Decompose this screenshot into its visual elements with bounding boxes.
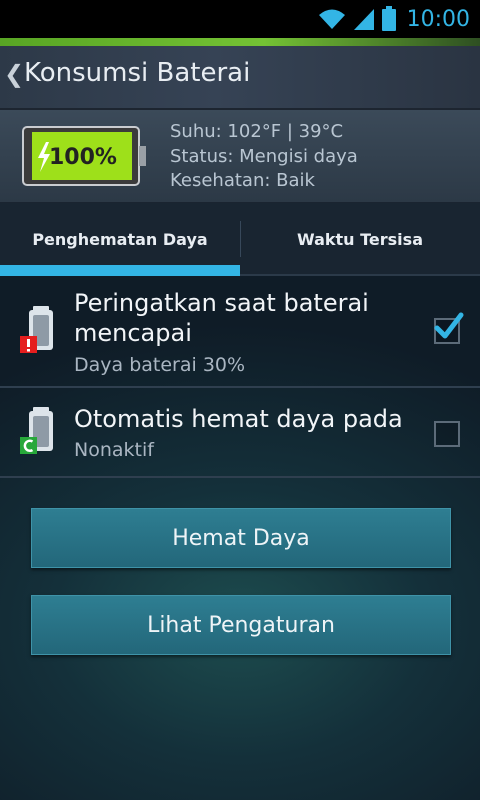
auto-save-checkbox[interactable] — [434, 421, 460, 447]
wifi-icon — [318, 9, 345, 29]
setting-title: Otomatis hemat daya pada — [74, 405, 403, 433]
setting-subtitle: Nonaktif — [74, 439, 154, 461]
setting-title: Peringatkan saat baterai mencapai — [74, 289, 369, 347]
battery-info-panel: 100% Suhu: 102°F | 39°C Status: Mengisi … — [0, 110, 480, 203]
temperature-text: Suhu: 102°F | 39°C — [170, 121, 344, 142]
status-time: 10:00 — [406, 6, 470, 32]
setting-row-auto-save[interactable]: Otomatis hemat daya pada Nonaktif — [0, 388, 480, 478]
status-bar: 10:00 — [0, 0, 480, 38]
tab-selected-indicator — [0, 265, 240, 276]
signal-icon — [353, 9, 374, 30]
battery-percent: 100% — [49, 145, 117, 170]
battery-details: Suhu: 102°F | 39°C Status: Mengisi daya … — [170, 120, 358, 194]
tab-time-remaining[interactable]: Waktu Tersisa — [240, 203, 480, 276]
health-text: Kesehatan: Baik — [170, 170, 315, 191]
battery-level-graphic: 100% — [22, 126, 146, 186]
battery-warning-checkbox[interactable] — [434, 312, 464, 344]
page-title: Konsumsi Baterai — [24, 58, 251, 88]
checkmark-icon — [434, 312, 464, 339]
battery-icon — [381, 6, 396, 31]
accent-line — [0, 38, 480, 46]
battery-warning-icon — [20, 306, 53, 353]
setting-row-battery-warning[interactable]: Peringatkan saat baterai mencapai Daya b… — [0, 277, 480, 388]
status-text: Status: Mengisi daya — [170, 145, 358, 167]
setting-subtitle: Daya baterai 30% — [74, 354, 246, 376]
header-bar[interactable]: ❮ Konsumsi Baterai — [0, 46, 480, 110]
view-settings-button[interactable]: Lihat Pengaturan — [31, 595, 451, 655]
battery-cycle-icon — [20, 407, 53, 454]
chevron-left-icon[interactable]: ❮ — [4, 60, 24, 88]
status-icons: 10:00 — [317, 0, 470, 38]
save-power-button[interactable]: Hemat Daya — [31, 508, 451, 568]
